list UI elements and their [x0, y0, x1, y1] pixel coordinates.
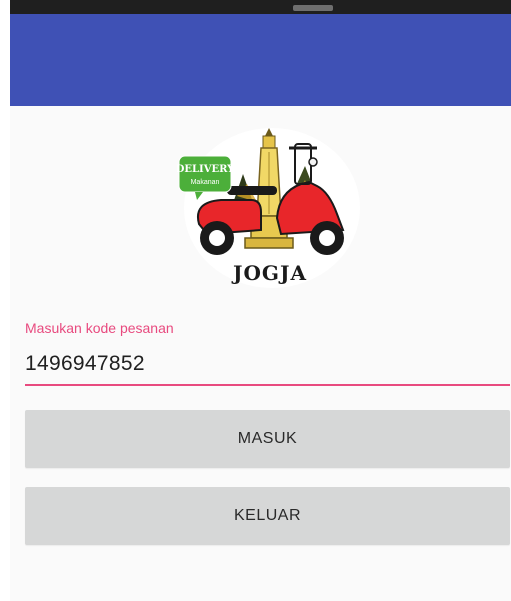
app-screen: DELIVERY Makanan JOGJA Masukan kode pesa… — [0, 0, 511, 601]
order-code-field[interactable] — [25, 346, 510, 386]
masuk-button[interactable]: MASUK — [25, 410, 510, 468]
status-bar — [10, 0, 511, 14]
logo-badge-subtitle: Makanan — [191, 179, 220, 186]
keluar-button[interactable]: KELUAR — [25, 487, 510, 545]
app-toolbar — [10, 14, 511, 106]
order-code-label: Masukan kode pesanan — [25, 320, 174, 336]
order-code-input[interactable] — [25, 346, 510, 382]
logo-badge-title: DELIVERY — [177, 164, 235, 175]
scooter-monument-logo-icon: DELIVERY Makanan JOGJA — [177, 128, 360, 288]
status-notch — [293, 5, 333, 11]
input-underline — [25, 384, 510, 386]
logo-brand-text: JOGJA — [231, 261, 307, 285]
delivery-logo: DELIVERY Makanan JOGJA — [177, 126, 363, 288]
